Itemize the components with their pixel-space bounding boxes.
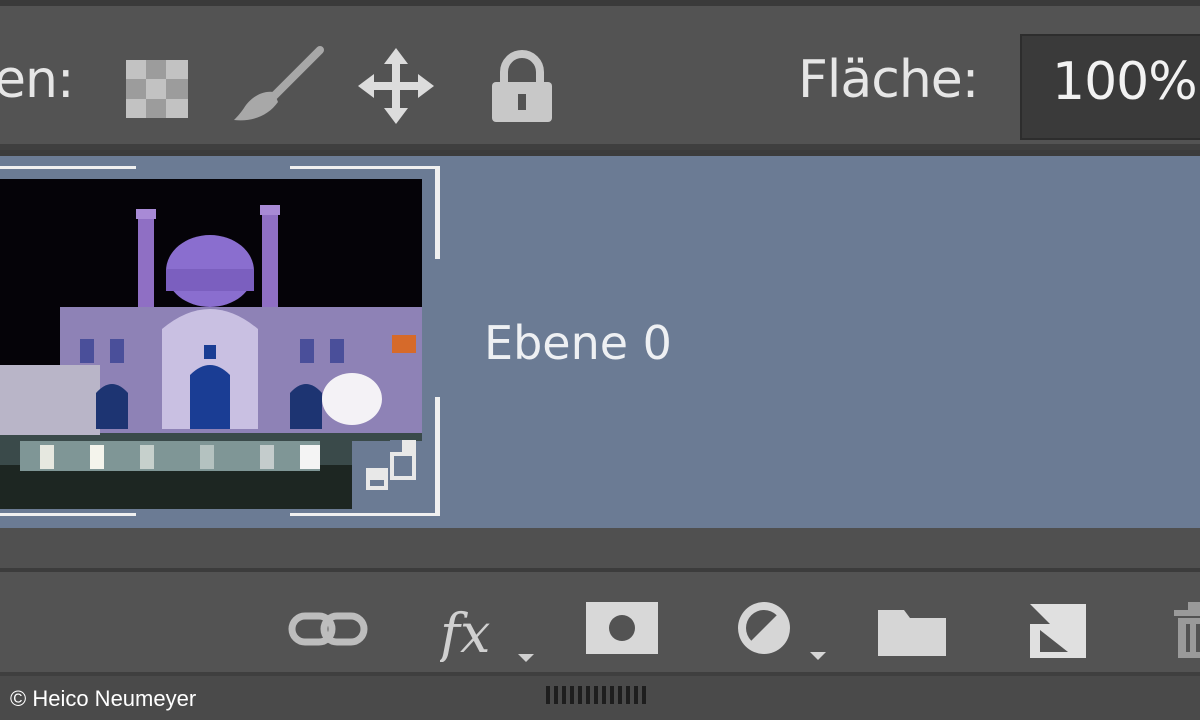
smart-object-icon (360, 434, 430, 504)
adjustment-icon[interactable] (732, 596, 828, 662)
mosque-night-thumbnail (0, 179, 422, 509)
layer-lock-bar: en: Fläche: 100% (0, 0, 1200, 150)
mask-icon[interactable] (584, 596, 660, 662)
photo-credit: © Heico Neumeyer (10, 686, 197, 711)
folder-icon[interactable] (876, 596, 948, 662)
brush-icon[interactable] (232, 46, 328, 126)
fill-label: Fläche: (798, 50, 979, 110)
fill-opacity-input[interactable]: 100% (1020, 34, 1200, 140)
new-layer-icon[interactable] (1026, 596, 1092, 662)
lock-icon[interactable] (482, 46, 562, 126)
layers-list-empty-area (0, 528, 1200, 572)
resize-grip-icon[interactable] (546, 684, 654, 706)
lock-label: en: (0, 50, 74, 110)
layers-panel-toolbar: fx (0, 572, 1200, 676)
layer-row[interactable]: Ebene 0 (0, 156, 1200, 528)
layer-name[interactable]: Ebene 0 (484, 316, 672, 370)
panel-footer: © Heico Neumeyer (0, 676, 1200, 720)
trash-icon[interactable] (1168, 596, 1200, 662)
move-icon[interactable] (356, 46, 436, 126)
fx-icon[interactable]: fx (436, 596, 540, 665)
transparency-pixels-icon[interactable] (118, 46, 198, 126)
fx-label: fx (440, 602, 490, 662)
link-icon[interactable] (286, 596, 370, 662)
